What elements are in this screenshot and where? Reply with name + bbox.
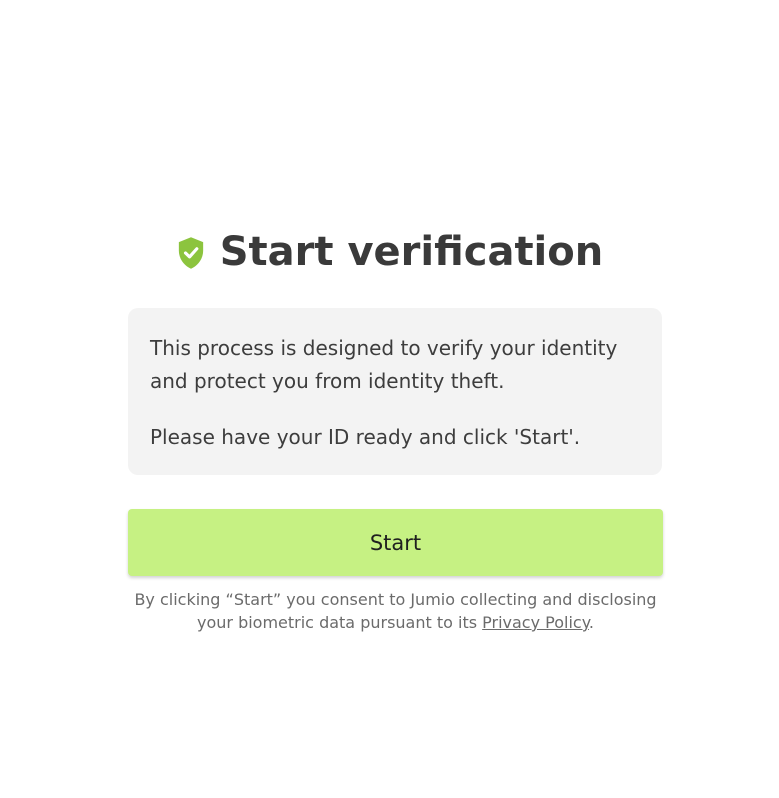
consent-text-end: . xyxy=(588,613,594,632)
info-paragraph-identity: This process is designed to verify your … xyxy=(150,336,618,393)
page-header: Start verification xyxy=(0,222,779,282)
privacy-policy-link[interactable]: Privacy Policy xyxy=(482,613,589,632)
shield-check-icon xyxy=(178,237,203,269)
consent-text: By clicking “Start” you consent to Jumio… xyxy=(118,588,673,634)
info-paragraph-instructions: Please have your ID ready and click 'Sta… xyxy=(150,425,581,449)
page-title: Start verification xyxy=(219,229,604,275)
start-button[interactable]: Start xyxy=(128,509,663,576)
info-box: This process is designed to verify your … xyxy=(128,308,662,475)
